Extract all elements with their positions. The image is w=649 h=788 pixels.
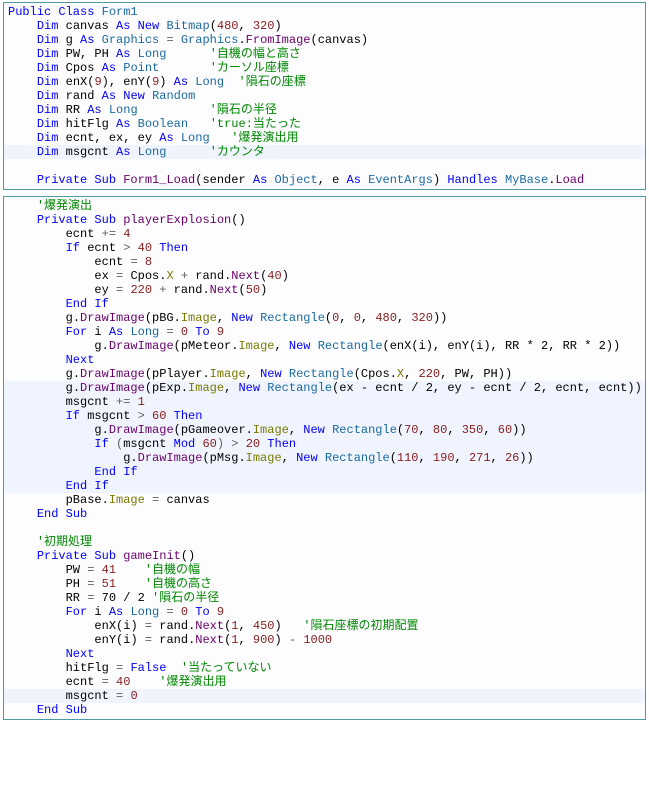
code-line: ecnt = 8 bbox=[4, 255, 645, 269]
code-line: Dim msgcnt As Long 'カウンタ bbox=[4, 145, 645, 159]
code-line: End Sub bbox=[4, 507, 645, 521]
code-line: '爆発演出 bbox=[4, 199, 645, 213]
blank-line bbox=[4, 521, 645, 535]
code-line: Dim hitFlg As Boolean 'true:当たった bbox=[4, 117, 645, 131]
code-line: Dim g As Graphics = Graphics.FromImage(c… bbox=[4, 33, 645, 47]
code-line: Next bbox=[4, 647, 645, 661]
code-line: ey = 220 + rand.Next(50) bbox=[4, 283, 645, 297]
code-line: enY(i) = rand.Next(1, 900) - 1000 bbox=[4, 633, 645, 647]
code-line: g.DrawImage(pMsg.Image, New Rectangle(11… bbox=[4, 451, 645, 465]
code-line: ex = Cpos.X + rand.Next(40) bbox=[4, 269, 645, 283]
code-line: Dim Cpos As Point 'カーソル座標 bbox=[4, 61, 645, 75]
code-line: Dim canvas As New Bitmap(480, 320) bbox=[4, 19, 645, 33]
code-line: ecnt += 4 bbox=[4, 227, 645, 241]
code-line: Next bbox=[4, 353, 645, 367]
code-line: Private Sub Form1_Load(sender As Object,… bbox=[4, 173, 645, 187]
code-line: For i As Long = 0 To 9 bbox=[4, 605, 645, 619]
code-line: g.DrawImage(pGameover.Image, New Rectang… bbox=[4, 423, 645, 437]
code-line: PW = 41 '自機の幅 bbox=[4, 563, 645, 577]
code-line: Dim RR As Long '隕石の半径 bbox=[4, 103, 645, 117]
code-line: End Sub bbox=[4, 703, 645, 717]
code-line: End If bbox=[4, 479, 645, 493]
code-line: If ecnt > 40 Then bbox=[4, 241, 645, 255]
code-line: hitFlg = False '当たっていない bbox=[4, 661, 645, 675]
code-line: PH = 51 '自機の高さ bbox=[4, 577, 645, 591]
code-line: pBase.Image = canvas bbox=[4, 493, 645, 507]
code-line: If msgcnt > 60 Then bbox=[4, 409, 645, 423]
code-line: Private Sub playerExplosion() bbox=[4, 213, 645, 227]
code-line: enX(i) = rand.Next(1, 450) '隕石座標の初期配置 bbox=[4, 619, 645, 633]
blank-line bbox=[4, 159, 645, 173]
code-line: msgcnt = 0 bbox=[4, 689, 645, 703]
code-line: For i As Long = 0 To 9 bbox=[4, 325, 645, 339]
code-line: If (msgcnt Mod 60) > 20 Then bbox=[4, 437, 645, 451]
code-line: End If bbox=[4, 465, 645, 479]
code-block-1: Public Class Form1 Dim canvas As New Bit… bbox=[3, 2, 646, 190]
code-line: Dim PW, PH As Long '自機の幅と高さ bbox=[4, 47, 645, 61]
code-block-2: '爆発演出 Private Sub playerExplosion() ecnt… bbox=[3, 196, 646, 720]
code-line: '初期処理 bbox=[4, 535, 645, 549]
code-line: msgcnt += 1 bbox=[4, 395, 645, 409]
code-line: Dim ecnt, ex, ey As Long '爆発演出用 bbox=[4, 131, 645, 145]
code-line: Private Sub gameInit() bbox=[4, 549, 645, 563]
code-line: g.DrawImage(pPlayer.Image, New Rectangle… bbox=[4, 367, 645, 381]
code-line: Dim rand As New Random bbox=[4, 89, 645, 103]
code-line: RR = 70 / 2 '隕石の半径 bbox=[4, 591, 645, 605]
code-line: End If bbox=[4, 297, 645, 311]
code-line: g.DrawImage(pMeteor.Image, New Rectangle… bbox=[4, 339, 645, 353]
code-line: ecnt = 40 '爆発演出用 bbox=[4, 675, 645, 689]
code-line: Dim enX(9), enY(9) As Long '隕石の座標 bbox=[4, 75, 645, 89]
code-line: Public Class Form1 bbox=[4, 5, 645, 19]
code-line: g.DrawImage(pExp.Image, New Rectangle(ex… bbox=[4, 381, 645, 395]
code-line: g.DrawImage(pBG.Image, New Rectangle(0, … bbox=[4, 311, 645, 325]
